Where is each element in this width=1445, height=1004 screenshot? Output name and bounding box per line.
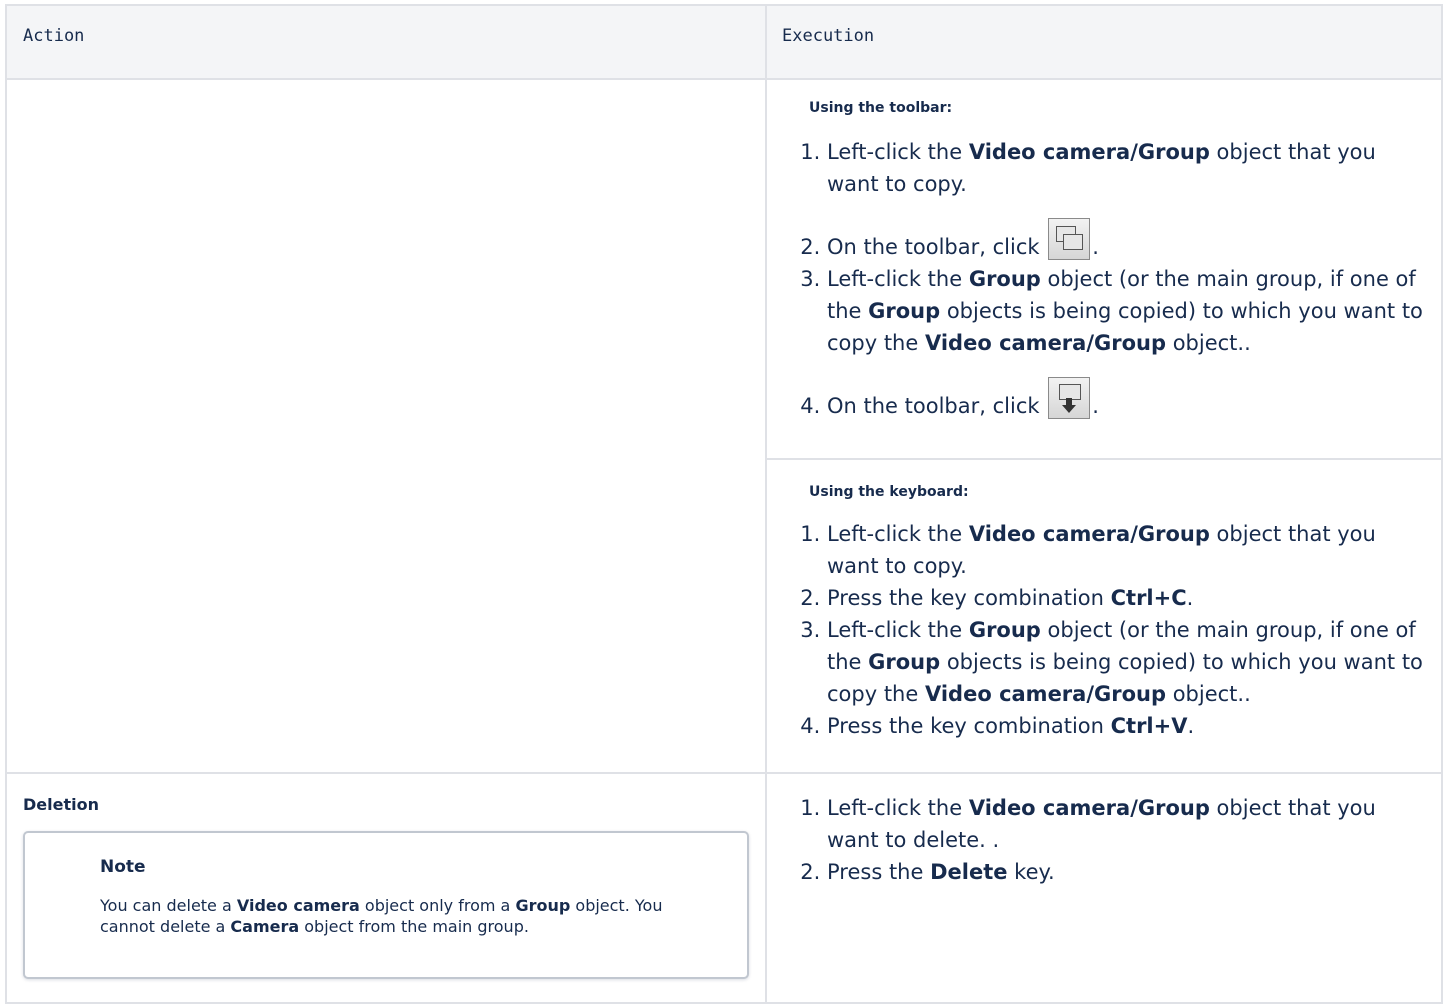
note-title: Note (100, 857, 146, 877)
list-item: Left-click the Group object (or the main… (827, 614, 1427, 710)
note-panel: Note You can delete a Video camera objec… (23, 831, 749, 979)
toolbar-steps: Left-click the Video camera/Group object… (787, 136, 1427, 422)
paste-icon[interactable] (1048, 377, 1091, 419)
list-item: Left-click the Group object (or the main… (827, 263, 1427, 359)
copy-icon[interactable] (1048, 218, 1091, 260)
row-divider-left (7, 772, 765, 774)
keyboard-steps: Left-click the Video camera/Group object… (787, 518, 1427, 742)
note-text: You can delete a Video camera object onl… (100, 896, 663, 936)
list-item: Left-click the Video camera/Group object… (827, 518, 1427, 582)
header-execution: Execution (782, 26, 875, 46)
column-divider (765, 6, 767, 1002)
table-header: Action Execution (7, 6, 1441, 80)
deletion-title: Deletion (23, 795, 99, 814)
list-item: On the toolbar, click . (827, 218, 1427, 263)
row-divider-sections (767, 458, 1441, 460)
row-divider-right (767, 772, 1441, 774)
list-item: Left-click the Video camera/Group object… (827, 792, 1427, 856)
list-item: On the toolbar, click . (827, 377, 1427, 422)
header-action: Action (23, 26, 85, 46)
list-item: Left-click the Video camera/Group object… (827, 136, 1427, 200)
list-item: Press the key combination Ctrl+C. (827, 582, 1427, 614)
list-item: Press the Delete key. (827, 856, 1427, 888)
toolbar-section-title: Using the toolbar: (809, 100, 953, 116)
instructions-table: Action Execution Using the toolbar: Left… (5, 4, 1443, 1004)
deletion-steps: Left-click the Video camera/Group object… (787, 792, 1427, 888)
keyboard-section-title: Using the keyboard: (809, 484, 969, 500)
list-item: Press the key combination Ctrl+V. (827, 710, 1427, 742)
